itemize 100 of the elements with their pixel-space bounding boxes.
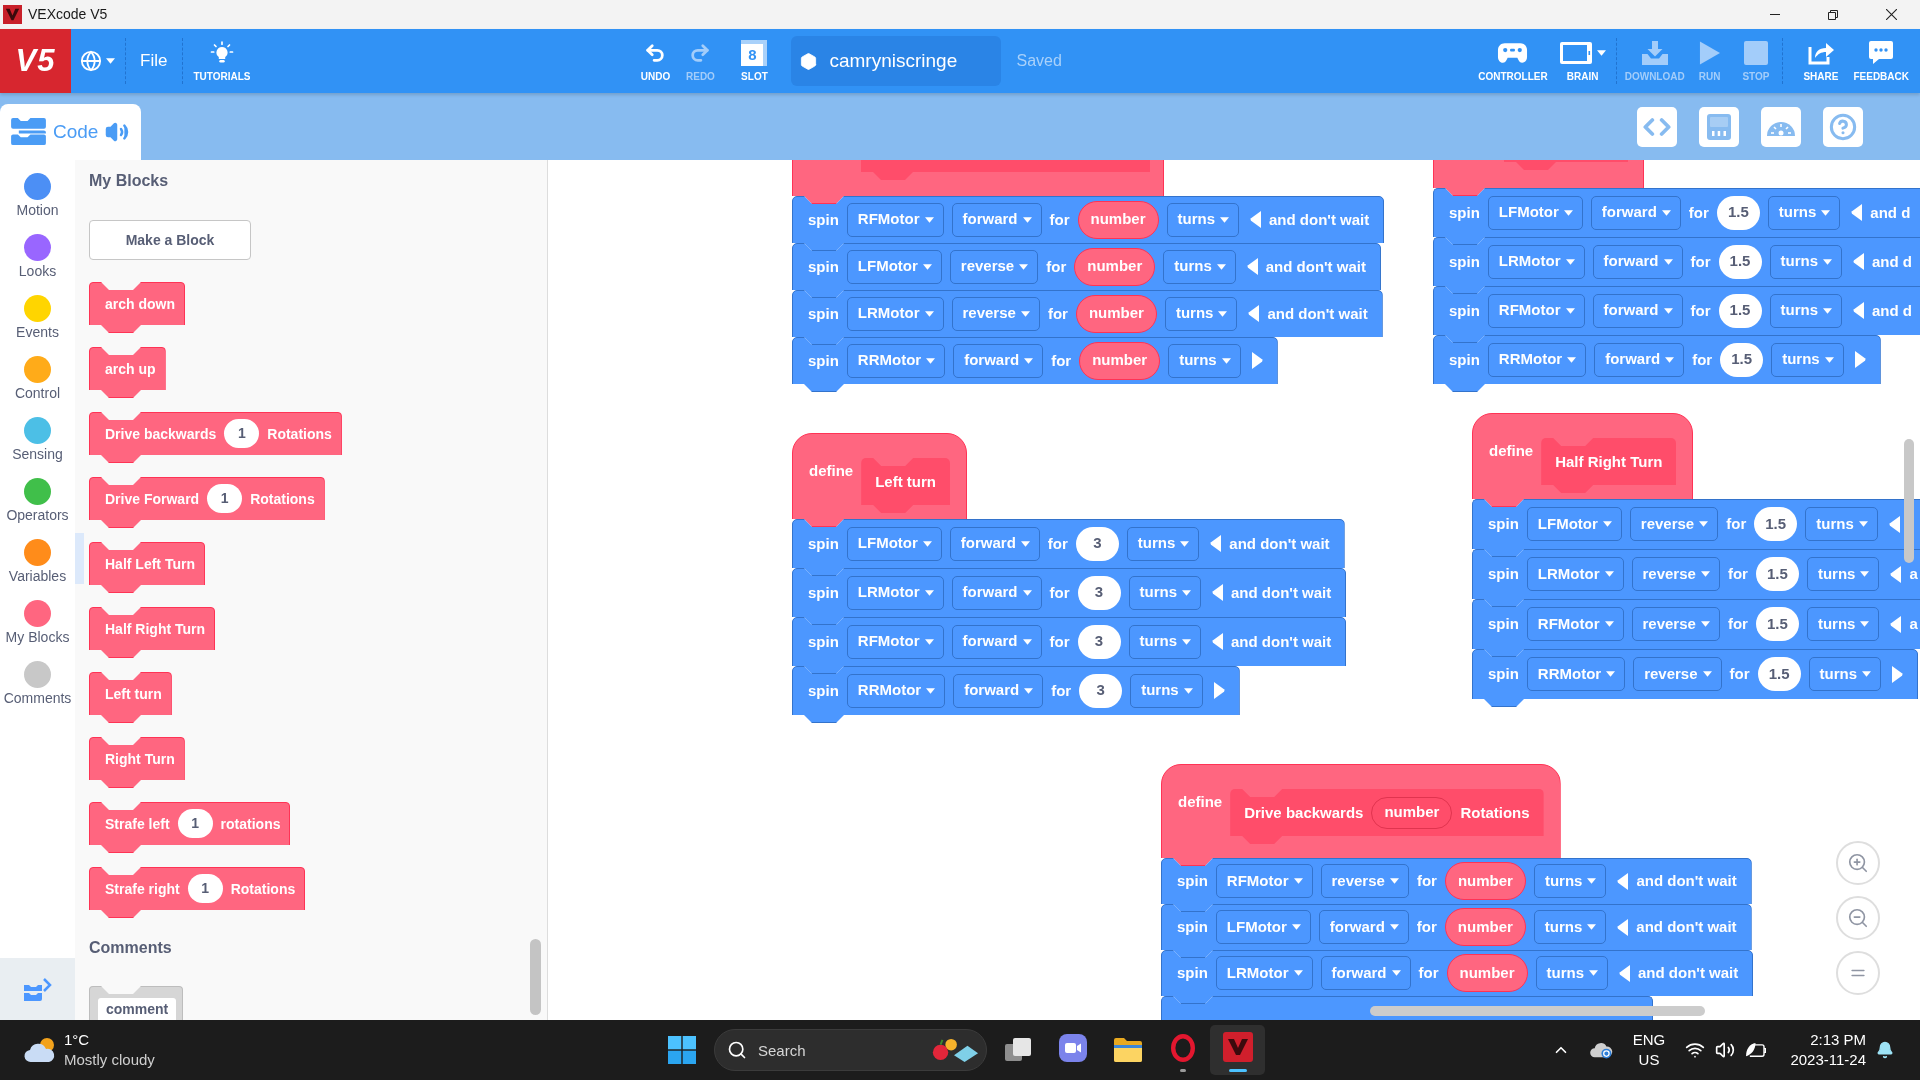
parameter-reporter[interactable]: number (1446, 954, 1528, 992)
dropdown[interactable]: turns (1164, 296, 1238, 331)
parameter-reporter[interactable]: number (1077, 200, 1159, 239)
code-view-button[interactable] (1637, 106, 1677, 147)
number-input[interactable]: 1.5 (1718, 293, 1762, 328)
palette-block[interactable]: Drive Forward 1 Rotations (89, 477, 325, 528)
dropdown[interactable]: LFMotor (1526, 507, 1622, 541)
dropdown[interactable]: turns (1535, 956, 1609, 990)
parameter-reporter[interactable]: number (1371, 796, 1453, 829)
zoom-out-button[interactable] (1836, 896, 1880, 940)
palette-block[interactable]: Half Right Turn (89, 607, 216, 658)
number-input[interactable]: 1 (224, 419, 260, 448)
left-triangle-icon[interactable] (1212, 633, 1223, 650)
left-triangle-icon[interactable] (1248, 305, 1260, 322)
number-input[interactable]: 1 (177, 809, 213, 838)
define-block[interactable]: define Half Right Turn (1472, 413, 1694, 507)
scrollbar[interactable] (1904, 439, 1914, 563)
palette-block[interactable]: Half Left Turn (89, 542, 205, 593)
parameter-reporter[interactable]: number (1444, 908, 1526, 946)
left-triangle-icon[interactable] (1212, 584, 1223, 601)
scrollbar[interactable] (1370, 1006, 1705, 1016)
dropdown[interactable]: reverse (1631, 607, 1720, 641)
dropdown[interactable]: LRMotor (1487, 244, 1585, 279)
feedback-button[interactable]: FEEDBACK (1853, 29, 1909, 93)
number-input[interactable]: 3 (1077, 575, 1121, 610)
category-item[interactable]: Control (0, 343, 75, 404)
number-input[interactable]: 1.5 (1716, 195, 1760, 230)
right-triangle-icon[interactable] (1892, 665, 1904, 683)
extensions-button[interactable] (0, 958, 75, 1020)
dropdown[interactable]: reverse (951, 296, 1040, 331)
dropdown[interactable]: turns (1767, 195, 1841, 230)
language-indicator[interactable]: ENG US (1629, 1030, 1669, 1070)
palette-block[interactable]: Left turn (89, 672, 172, 723)
dropdown[interactable]: forward (1320, 956, 1411, 990)
category-item[interactable]: Operators (0, 465, 75, 526)
dropdown[interactable]: turns (1806, 607, 1880, 641)
dropdown[interactable]: turns (1805, 507, 1878, 541)
dropdown[interactable]: reverse (949, 249, 1039, 284)
left-triangle-icon[interactable] (1250, 211, 1262, 228)
dropdown[interactable]: RFMotor (1487, 293, 1585, 328)
dropdown[interactable]: RFMotor (846, 624, 944, 659)
dropdown[interactable]: forward (951, 202, 1042, 237)
dropdown[interactable]: RFMotor (1215, 864, 1313, 898)
number-input[interactable]: 1 (187, 874, 223, 903)
volume-icon[interactable] (1715, 1040, 1735, 1060)
palette-block[interactable]: arch down (89, 282, 185, 333)
search-field[interactable]: Search (714, 1029, 987, 1071)
zoom-in-button[interactable] (1836, 841, 1880, 885)
number-input[interactable]: 1.5 (1755, 557, 1799, 591)
tab[interactable]: Code (0, 104, 141, 160)
left-triangle-icon[interactable] (1890, 615, 1902, 633)
left-triangle-icon[interactable] (1853, 253, 1864, 270)
dropdown[interactable]: turns (1163, 249, 1236, 284)
dashboard-button[interactable] (1761, 106, 1801, 147)
dropdown[interactable]: forward (953, 673, 1044, 708)
number-input[interactable]: 3 (1077, 624, 1121, 659)
number-input[interactable]: 1.5 (1757, 657, 1801, 691)
dropdown[interactable]: LFMotor (1487, 195, 1583, 230)
category-item[interactable]: Events (0, 282, 75, 343)
category-item[interactable]: Motion (0, 160, 75, 221)
category-item[interactable]: Comments (0, 648, 75, 709)
share-button[interactable]: SHARE (1803, 29, 1839, 93)
dropdown[interactable]: LRMotor (1215, 956, 1313, 990)
dropdown[interactable]: turns (1769, 244, 1842, 279)
slot-button[interactable]: 8 SLOT (734, 29, 775, 93)
project-name-field[interactable]: camryniscringe (791, 36, 1002, 86)
dropdown[interactable]: forward (1590, 195, 1681, 230)
dropdown[interactable]: forward (949, 526, 1040, 561)
dropdown[interactable]: RFMotor (846, 202, 944, 237)
palette-block[interactable]: Drive backwards 1 Rotations (89, 412, 342, 463)
tutorials-button[interactable]: TUTORIALS (193, 29, 251, 93)
dropdown[interactable]: reverse (1629, 507, 1719, 541)
number-input[interactable]: 1.5 (1720, 342, 1764, 377)
comment-block[interactable]: comment (89, 986, 183, 1020)
dropdown[interactable]: LRMotor (846, 575, 944, 610)
number-input[interactable]: 1 (207, 484, 243, 513)
palette-block[interactable]: Right Turn (89, 737, 185, 788)
dropdown[interactable]: RFMotor (1526, 607, 1624, 641)
left-triangle-icon[interactable] (1617, 872, 1629, 890)
dropdown[interactable]: forward (1318, 910, 1409, 944)
controller-button[interactable]: CONTROLLER (1478, 29, 1548, 93)
define-block[interactable]: define Left turn (792, 433, 967, 527)
help-button[interactable] (1823, 106, 1863, 147)
dropdown[interactable]: turns (1130, 673, 1203, 708)
category-item[interactable]: Sensing (0, 404, 75, 465)
dropdown[interactable]: forward (1594, 342, 1685, 377)
dropdown[interactable]: turns (1128, 624, 1201, 659)
custom-block[interactable]: Half Right Turn (1541, 438, 1677, 493)
left-triangle-icon[interactable] (1619, 964, 1631, 982)
number-input[interactable]: 1.5 (1754, 507, 1798, 541)
dropdown[interactable]: turns (1771, 342, 1844, 377)
undo-button[interactable]: UNDO (635, 29, 676, 93)
left-triangle-icon[interactable] (1246, 258, 1258, 275)
wifi-icon[interactable] (1685, 1040, 1705, 1060)
code-block[interactable]: spin RRMotor forward for 3 turns (792, 666, 1240, 723)
dropdown[interactable]: turns (1168, 343, 1241, 378)
dropdown[interactable]: LFMotor (846, 249, 942, 284)
dropdown[interactable]: turns (1533, 910, 1607, 944)
dropdown[interactable]: forward (951, 624, 1042, 659)
dropdown[interactable]: LFMotor (846, 526, 942, 561)
